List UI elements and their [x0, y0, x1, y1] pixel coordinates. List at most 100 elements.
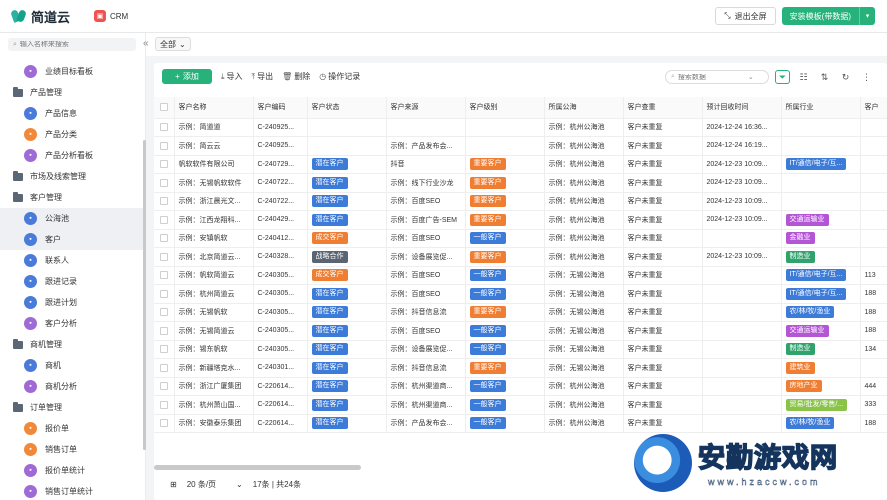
more-icon[interactable]: ⋮: [859, 70, 874, 84]
row-checkbox[interactable]: [154, 340, 175, 359]
sidebar-search-input[interactable]: [19, 41, 130, 48]
install-template-button[interactable]: 安装模板(带数据): [781, 7, 859, 25]
sidebar-group[interactable]: 订单管理: [0, 397, 145, 418]
sidebar-item-label: 公海池: [45, 214, 69, 223]
table-row[interactable]: 示例：浙江晨光文... C-240722... 潜在客户 示例：百度SEO 重要客户 示例…: [154, 192, 887, 211]
table-row[interactable]: 示例：江西龙翔科... C-240429... 潜在客户 示例：百度广告-SEM 重要客…: [154, 210, 887, 230]
sidebar-item[interactable]: ▪ 商机: [0, 355, 145, 376]
table-row[interactable]: 示例：杭州简道云 C-240305... 潜在客户 示例：百度SEO 一般客户 示例：无锡…: [154, 284, 887, 304]
sidebar-item[interactable]: ▪ 跟进计划: [0, 292, 145, 313]
row-checkbox[interactable]: [154, 266, 175, 285]
select-all-checkbox[interactable]: [154, 97, 175, 119]
customer-level-cell: 一般客户: [465, 395, 545, 415]
customer-level-tag: 一般客户: [469, 232, 506, 245]
column-header[interactable]: 客户来源: [386, 97, 466, 119]
row-checkbox[interactable]: [154, 377, 175, 396]
page-size-select[interactable]: 20 条/页 ⌄: [187, 479, 243, 490]
sidebar-item[interactable]: ▪ 报价单统计: [0, 460, 145, 481]
sidebar-group[interactable]: 商机管理: [0, 334, 145, 355]
table-row[interactable]: 示例：无锡帆软软件 C-240722... 潜在客户 示例：线下行业沙龙 重要客户 示例：…: [154, 173, 887, 193]
sidebar-item[interactable]: ▪ 联系人: [0, 250, 145, 271]
install-dropdown-button[interactable]: ▾: [859, 7, 875, 25]
filter-icon[interactable]: ⏷: [775, 70, 790, 84]
table-row[interactable]: 示例：简云云 C-240925... 示例：产品发布会... 示例：杭州公海池 客户未重…: [154, 136, 887, 156]
column-header[interactable]: 客户名称: [174, 97, 254, 119]
sidebar-item-label: 客户管理: [30, 193, 62, 202]
export-button[interactable]: ⤒ 导出: [252, 71, 274, 82]
column-header[interactable]: 所属公海: [544, 97, 624, 119]
customer-pool: 示例：杭州公海池: [544, 229, 624, 248]
sidebar-item[interactable]: ▪ 销售订单统计: [0, 481, 145, 500]
exit-fullscreen-button[interactable]: ⤡ 退出全屏: [715, 7, 776, 25]
table-row[interactable]: 帆软软件有限公司 C-240729... 潜在客户 抖音 重要客户 示例：杭州公海池 客户未…: [154, 155, 887, 174]
import-button[interactable]: ⤓ 导入: [221, 71, 243, 82]
row-checkbox[interactable]: [154, 303, 175, 322]
sidebar-item[interactable]: ▪ 销售订单: [0, 439, 145, 460]
column-header[interactable]: 客户编码: [253, 97, 308, 119]
sidebar-item[interactable]: ▪ 客户: [0, 229, 145, 250]
data-search-input[interactable]: [677, 73, 748, 81]
extra-column: [860, 229, 887, 248]
customer-pool: 示例：杭州公海池: [544, 136, 624, 156]
horizontal-scrollbar[interactable]: [154, 465, 361, 470]
sidebar-item[interactable]: ▪ 产品分析看板: [0, 145, 145, 166]
row-checkbox[interactable]: [154, 321, 175, 341]
column-header[interactable]: 所属行业: [781, 97, 861, 119]
sidebar-group[interactable]: 客户管理: [0, 187, 145, 208]
sidebar-item[interactable]: ▪ 客户分析: [0, 313, 145, 334]
table-row[interactable]: 示例：简道道 C-240925... 示例：杭州公海池 客户未重复 2024-12-24…: [154, 118, 887, 137]
row-checkbox[interactable]: [154, 173, 175, 193]
sidebar-group[interactable]: 市场及线索管理: [0, 166, 145, 187]
table-row[interactable]: 示例：安镇帆软 C-240412... 成交客户 示例：百度SEO 一般客户 示例：杭州公…: [154, 229, 887, 248]
sidebar-item[interactable]: ▪ 商机分析: [0, 376, 145, 397]
scope-select[interactable]: 全部 ⌄: [155, 37, 191, 51]
column-header[interactable]: 客户: [860, 97, 887, 119]
column-header[interactable]: 预计回收时间: [702, 97, 782, 119]
column-header[interactable]: 客户查重: [623, 97, 703, 119]
table-row[interactable]: 示例：锡东帆软 C-240305... 潜在客户 示例：设备展览促... 一般客户 示例：…: [154, 340, 887, 359]
logo[interactable]: 简道云: [10, 7, 78, 26]
row-checkbox[interactable]: [154, 118, 175, 137]
add-button[interactable]: + 添加: [162, 69, 212, 84]
table-row[interactable]: 示例：浙江广厦集团 C-220614... 潜在客户 示例：杭州渠道商... 一般客户 示…: [154, 377, 887, 396]
sidebar-item[interactable]: ▪ 公海池: [0, 208, 145, 229]
row-checkbox[interactable]: [154, 155, 175, 174]
row-checkbox[interactable]: [154, 358, 175, 378]
table-row[interactable]: 示例：无锡简道云 C-240305... 潜在客户 示例：百度SEO 一般客户 示例：无锡…: [154, 321, 887, 341]
customer-code: C-240305...: [253, 266, 308, 285]
sidebar-item[interactable]: ▪ 业绩目标看板: [0, 61, 145, 82]
delete-button[interactable]: 🗑 删除: [282, 71, 310, 82]
sidebar-item[interactable]: ▪ 产品信息: [0, 103, 145, 124]
sidebar-item[interactable]: ▪ 报价单: [0, 418, 145, 439]
log-button[interactable]: ◷ 操作记录: [319, 71, 360, 82]
table-row[interactable]: 示例：杭州萧山国... C-220614... 潜在客户 示例：杭州渠道商... 一般客…: [154, 395, 887, 415]
field-settings-icon[interactable]: ☷: [796, 70, 811, 84]
row-checkbox[interactable]: [154, 136, 175, 156]
sidebar-item[interactable]: ▪ 产品分类: [0, 124, 145, 145]
table-row[interactable]: 示例：北京简道云... C-240328... 战略合作 示例：设备展览促... 重要客…: [154, 247, 887, 267]
row-checkbox[interactable]: [154, 414, 175, 433]
row-checkbox[interactable]: [154, 210, 175, 230]
row-checkbox[interactable]: [154, 229, 175, 248]
table-row[interactable]: 示例：帆软简道云 C-240305... 成交客户 示例：百度SEO 一般客户 示例：无锡…: [154, 266, 887, 285]
columns-icon[interactable]: ⊞: [170, 480, 177, 489]
collapse-sidebar-icon[interactable]: «: [143, 38, 149, 49]
sidebar-item[interactable]: ▪ 跟进记录: [0, 271, 145, 292]
refresh-icon[interactable]: ↻: [838, 70, 853, 84]
data-search[interactable]: ⌕ ⌄: [665, 70, 769, 84]
sidebar-search[interactable]: ⌕: [8, 38, 136, 51]
extra-column: [860, 136, 887, 156]
column-header[interactable]: 客户级别: [465, 97, 545, 119]
recycle-time: 2024-12-24 16:36...: [702, 118, 782, 137]
sidebar-group[interactable]: 产品管理: [0, 82, 145, 103]
row-checkbox[interactable]: [154, 192, 175, 211]
recycle-time: 2024-12-24 16:19...: [702, 136, 782, 156]
folder-icon: [13, 86, 23, 97]
row-checkbox[interactable]: [154, 284, 175, 304]
table-row[interactable]: 示例：新疆塔克水... C-240301... 潜在客户 示例：抖音信息流 重要客户 示例…: [154, 358, 887, 378]
column-header[interactable]: 客户状态: [307, 97, 387, 119]
table-row[interactable]: 示例：无锡帆软 C-240305... 潜在客户 示例：抖音信息流 重要客户 示例：无锡公…: [154, 303, 887, 322]
sort-icon[interactable]: ⇅: [817, 70, 832, 84]
row-checkbox[interactable]: [154, 395, 175, 415]
row-checkbox[interactable]: [154, 247, 175, 267]
